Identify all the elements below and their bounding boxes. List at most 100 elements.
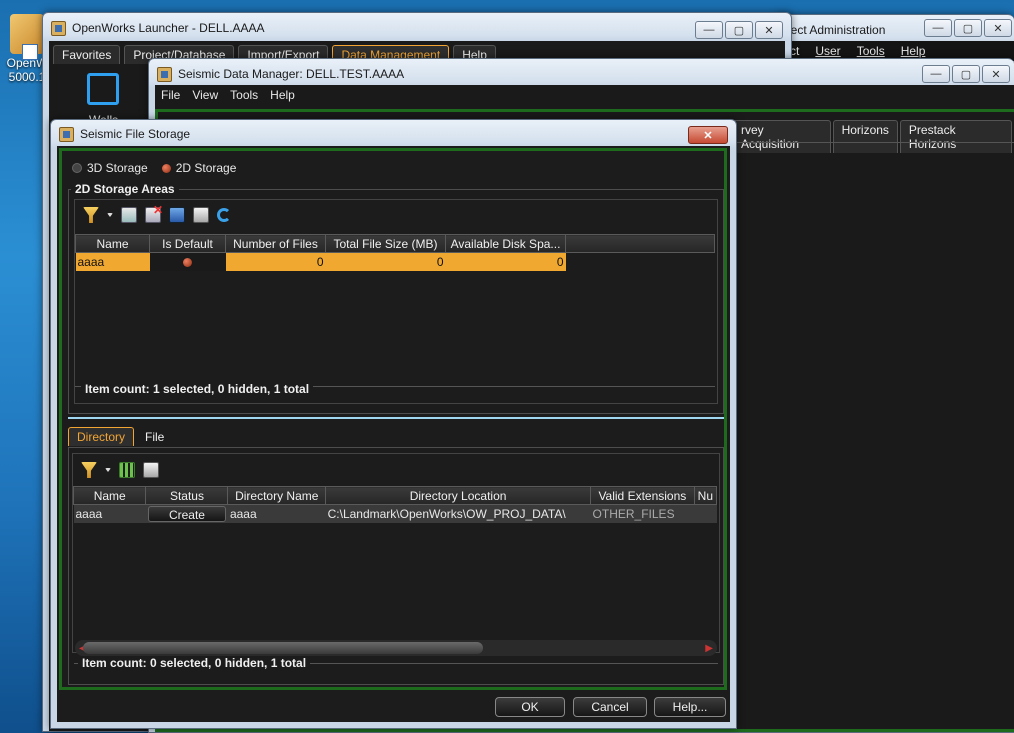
close-button[interactable]: ✕ <box>755 21 783 39</box>
table-row[interactable]: aaaa Create aaaa C:\Landmark\OpenWorks\O… <box>73 504 717 523</box>
default-indicator-icon <box>183 258 192 268</box>
scrollbar-thumb[interactable] <box>83 642 483 654</box>
areas-item-count: Item count: 1 selected, 0 hidden, 1 tota… <box>81 382 314 396</box>
cell-valid-extensions[interactable]: OTHER_FILES <box>590 504 695 523</box>
radio-3d-indicator <box>72 163 82 173</box>
refresh-icon[interactable] <box>217 208 231 222</box>
radio-3d-storage[interactable]: 3D Storage <box>72 161 148 175</box>
splitter-bar[interactable] <box>68 417 724 419</box>
col-directory-name[interactable]: Directory Name <box>227 486 327 505</box>
menu-help[interactable]: Help <box>264 88 301 102</box>
col-filler <box>565 234 715 253</box>
cell-directory-location[interactable]: C:\Landmark\OpenWorks\OW_PROJ_DATA\ <box>325 504 591 523</box>
tab-directory[interactable]: Directory <box>68 427 135 446</box>
storage-areas-panel: Name Is Default Number of Files Total Fi… <box>74 199 718 404</box>
col-name[interactable]: Name <box>75 234 150 253</box>
sdm-tabs: rvey Acquisition Horizons Prestack Horiz… <box>732 120 1014 153</box>
areas-toolbar <box>83 203 231 223</box>
launcher-app-icon <box>51 20 66 36</box>
print-icon[interactable] <box>193 207 209 223</box>
menu-tools[interactable]: Tools <box>849 44 893 58</box>
col-valid-extensions[interactable]: Valid Extensions <box>590 486 695 505</box>
filter-icon[interactable] <box>83 207 99 223</box>
create-button[interactable]: Create <box>147 505 226 522</box>
dialog-title-text: Seismic File Storage <box>80 127 191 141</box>
filter-icon[interactable] <box>81 462 97 478</box>
maximize-button[interactable]: ▢ <box>954 19 982 37</box>
cancel-button[interactable]: Cancel <box>573 697 647 717</box>
table-row[interactable]: aaaa 0 0 0 <box>75 252 715 271</box>
storage-type-radios: 3D Storage 2D Storage <box>72 161 236 175</box>
maximize-button[interactable]: ▢ <box>725 21 753 39</box>
table-header-row: Name Status Directory Name Directory Loc… <box>72 486 718 505</box>
col-nu[interactable]: Nu <box>693 486 718 505</box>
delete-storage-icon[interactable] <box>145 203 163 223</box>
close-button[interactable]: ✕ <box>982 65 1010 83</box>
storage-areas-table: Name Is Default Number of Files Total Fi… <box>75 234 715 271</box>
tab-prestack-horizons[interactable]: Prestack Horizons <box>899 120 1012 153</box>
cell-nu[interactable] <box>694 504 717 523</box>
col-status[interactable]: Status <box>145 486 229 505</box>
radio-2d-indicator <box>161 163 171 173</box>
menu-file[interactable]: File <box>155 88 186 102</box>
ok-button[interactable]: OK <box>495 697 565 717</box>
cell-total-file-size[interactable]: 0 <box>325 252 446 271</box>
cell-name[interactable]: aaaa <box>73 504 146 523</box>
col-total-file-size[interactable]: Total File Size (MB) <box>325 234 446 253</box>
scroll-right-icon[interactable]: ▶ <box>705 643 713 654</box>
project-admin-title: ject Administration <box>788 23 886 37</box>
tab-horizons[interactable]: Horizons <box>832 120 898 153</box>
cell-filler <box>566 253 715 271</box>
sdm-menubar: File View Tools Help <box>155 85 1014 105</box>
add-storage-icon[interactable] <box>121 207 137 223</box>
col-available-disk-space[interactable]: Available Disk Spa... <box>445 234 566 253</box>
tab-file[interactable]: File <box>136 427 174 446</box>
menu-tools[interactable]: Tools <box>224 88 264 102</box>
dialog-title: Seismic File Storage <box>59 125 190 143</box>
cell-available-disk-space[interactable]: 0 <box>445 252 566 271</box>
minimize-button[interactable]: — <box>924 19 952 37</box>
lower-tabs: Directory File <box>68 427 175 446</box>
directory-item-count: Item count: 0 selected, 0 hidden, 1 tota… <box>78 656 311 670</box>
storage-areas-title: 2D Storage Areas <box>71 182 179 196</box>
dialog-inner-panel: 3D Storage 2D Storage 2D Storage Areas ✕… <box>59 148 727 690</box>
cell-name[interactable]: aaaa <box>75 252 150 271</box>
close-button[interactable]: ✕ <box>688 126 728 144</box>
tab-survey-acquisition[interactable]: rvey Acquisition <box>732 120 831 153</box>
sdm-title-text: Seismic Data Manager: DELL.TEST.AAAA <box>178 67 405 81</box>
col-directory-location[interactable]: Directory Location <box>325 486 592 505</box>
tab-divider <box>732 142 1014 143</box>
menu-view[interactable]: View <box>186 88 224 102</box>
seismic-file-storage-dialog[interactable]: Seismic File Storage ✕ 3D Storage 2D Sto… <box>50 119 737 729</box>
sdm-app-icon <box>157 66 172 82</box>
minimize-button[interactable]: — <box>922 65 950 83</box>
radio-3d-label: 3D Storage <box>87 161 148 175</box>
close-button[interactable]: ✕ <box>984 19 1012 37</box>
cell-status[interactable]: Create <box>145 504 228 523</box>
launcher-title: OpenWorks Launcher - DELL.AAAA <box>51 19 265 37</box>
columns-icon[interactable] <box>119 462 135 478</box>
maximize-button[interactable]: ▢ <box>952 65 980 83</box>
filter-dropdown-icon[interactable] <box>107 213 113 217</box>
col-name[interactable]: Name <box>72 486 147 505</box>
menu-help[interactable]: Help <box>893 44 934 58</box>
cell-number-of-files[interactable]: 0 <box>225 252 326 271</box>
radio-2d-storage[interactable]: 2D Storage <box>161 161 236 175</box>
col-is-default[interactable]: Is Default <box>149 234 226 253</box>
dialog-app-icon <box>59 126 74 142</box>
horizontal-scrollbar[interactable]: ◀ ▶ <box>75 640 717 656</box>
wells-icon[interactable] <box>87 73 119 105</box>
directory-panel: Name Status Directory Name Directory Loc… <box>72 453 720 656</box>
minimize-button[interactable]: — <box>695 21 723 39</box>
openworks-app-icon <box>10 14 44 60</box>
print-icon[interactable] <box>143 462 159 478</box>
save-icon[interactable] <box>169 207 185 223</box>
help-button[interactable]: Help... <box>654 697 726 717</box>
cell-is-default[interactable] <box>149 252 226 271</box>
launcher-title-text: OpenWorks Launcher - DELL.AAAA <box>72 21 265 35</box>
cell-directory-name[interactable]: aaaa <box>227 504 326 523</box>
filter-dropdown-icon[interactable] <box>105 468 111 472</box>
col-number-of-files[interactable]: Number of Files <box>225 234 326 253</box>
tab-favorites[interactable]: Favorites <box>53 45 121 64</box>
menu-user[interactable]: User <box>807 44 848 58</box>
